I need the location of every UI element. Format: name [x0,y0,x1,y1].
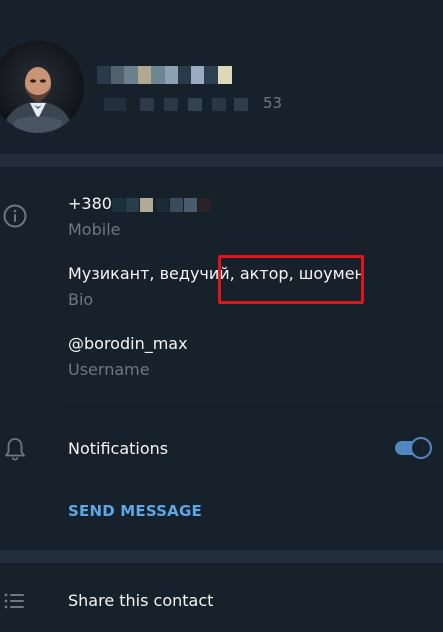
profile-status-redacted [104,93,289,115]
redaction-block [178,66,191,84]
redaction-block [184,198,197,212]
redaction-block [97,66,111,84]
redaction-block [151,66,165,84]
redaction-block [140,98,154,111]
bell-icon [4,437,26,465]
share-contact-button[interactable]: Share this contact [68,591,213,610]
phone-label: Mobile [68,220,121,239]
redaction-block [126,198,139,212]
redaction-block [104,98,126,111]
redaction-block [212,98,226,111]
toggle-knob [410,437,432,459]
username-label: Username [68,360,150,379]
profile-status-suffix: 53 [263,94,283,112]
redaction-block [204,66,218,84]
phone-number[interactable]: +380 [68,194,112,213]
redaction-block [156,198,169,212]
notifications-toggle[interactable] [395,437,432,459]
section-separator [0,154,443,167]
redaction-block [138,66,151,84]
avatar[interactable] [0,41,84,133]
section-separator [0,550,443,563]
redaction-block [218,66,232,84]
profile-name-redacted [97,60,257,88]
redaction-block [164,98,178,111]
send-message-button[interactable]: SEND MESSAGE [68,502,202,520]
redaction-block [234,98,248,111]
phone-prefix: +380 [68,194,112,213]
redaction-block [170,198,183,212]
notifications-label: Notifications [68,439,169,458]
info-icon [3,204,27,232]
redaction-block [111,66,124,84]
redaction-block [198,198,211,212]
username-value[interactable]: @borodin_max [68,334,188,353]
redaction-block [112,198,125,212]
redaction-block [124,66,138,84]
redaction-block [140,198,153,212]
divider [68,406,443,407]
redaction-block [188,98,202,111]
bio-label: Bio [68,290,94,309]
highlight-annotation [218,255,364,304]
profile-header: 53 [0,0,443,154]
redaction-block [191,66,204,84]
redaction-block [165,66,178,84]
list-icon [4,592,26,614]
